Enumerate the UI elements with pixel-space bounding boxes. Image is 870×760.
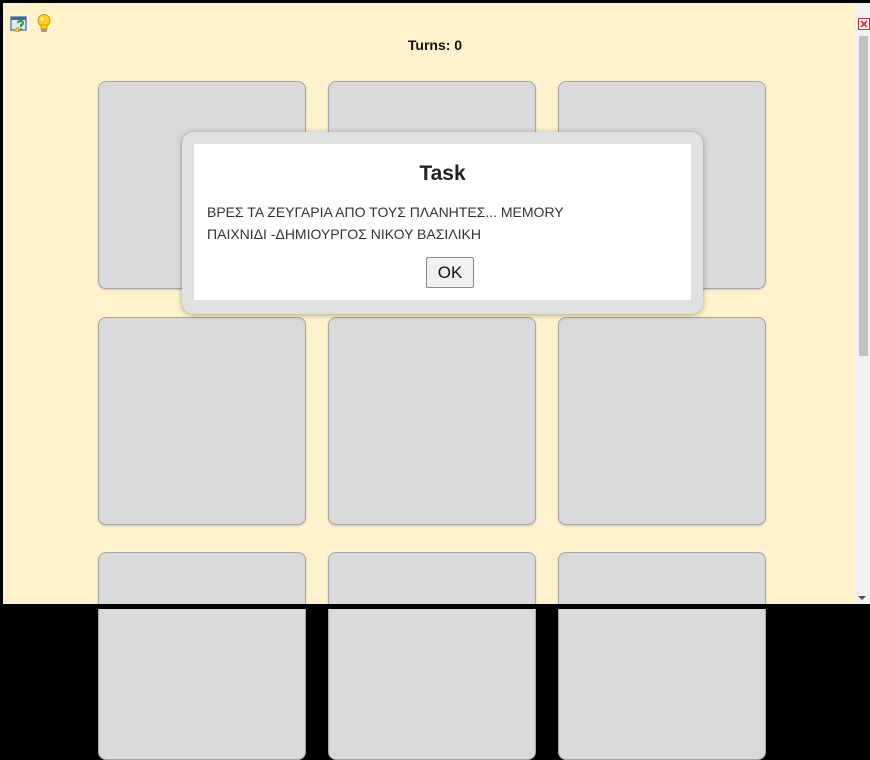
memory-card[interactable] [328,317,536,525]
bottom-frame-edge [0,604,870,609]
dialog-message: ΒΡΕΣ ΤΑ ΖΕΥΓΑΡΙΑ ΑΠΟ ΤΟΥΣ ΠΛΑΝΗΤΕΣ... ME… [207,201,677,245]
help-question-icon[interactable] [10,15,30,35]
scrollbar-thumb[interactable] [859,36,868,356]
memory-card[interactable] [98,552,306,760]
app-frame: Turns: 0 Task ΒΡΕΣ ΤΑ ΖΕΥΓΑΡΙΑ ΑΠΟ ΤΟΥΣ … [0,0,870,760]
task-dialog-content: Task ΒΡΕΣ ΤΑ ΖΕΥΓΑΡΙΑ ΑΠΟ ΤΟΥΣ ΠΛΑΝΗΤΕΣ.… [194,144,691,300]
ok-button[interactable]: OK [426,257,474,288]
close-icon[interactable] [858,17,870,30]
dialog-message-line: ΒΡΕΣ ΤΑ ΖΕΥΓΑΡΙΑ ΑΠΟ ΤΟΥΣ ΠΛΑΝΗΤΕΣ... ME… [207,204,564,220]
memory-card[interactable] [328,552,536,760]
memory-card[interactable] [558,317,766,525]
task-dialog: Task ΒΡΕΣ ΤΑ ΖΕΥΓΑΡΙΑ ΑΠΟ ΤΟΥΣ ΠΛΑΝΗΤΕΣ.… [182,132,703,314]
scroll-down-arrow-icon[interactable] [858,596,866,600]
turns-counter: Turns: 0 [407,37,463,53]
lightbulb-icon[interactable] [35,13,53,35]
dialog-title: Task [419,162,466,185]
memory-card[interactable] [558,552,766,760]
dialog-message-line: ΠΑΙΧΝΙΔΙ -ΔΗΜΙΟΥΡΓΟΣ ΝΙΚΟΥ ΒΑΣΙΛΙΚΗ [207,226,481,242]
memory-card[interactable] [98,317,306,525]
vertical-scrollbar[interactable] [856,3,870,604]
